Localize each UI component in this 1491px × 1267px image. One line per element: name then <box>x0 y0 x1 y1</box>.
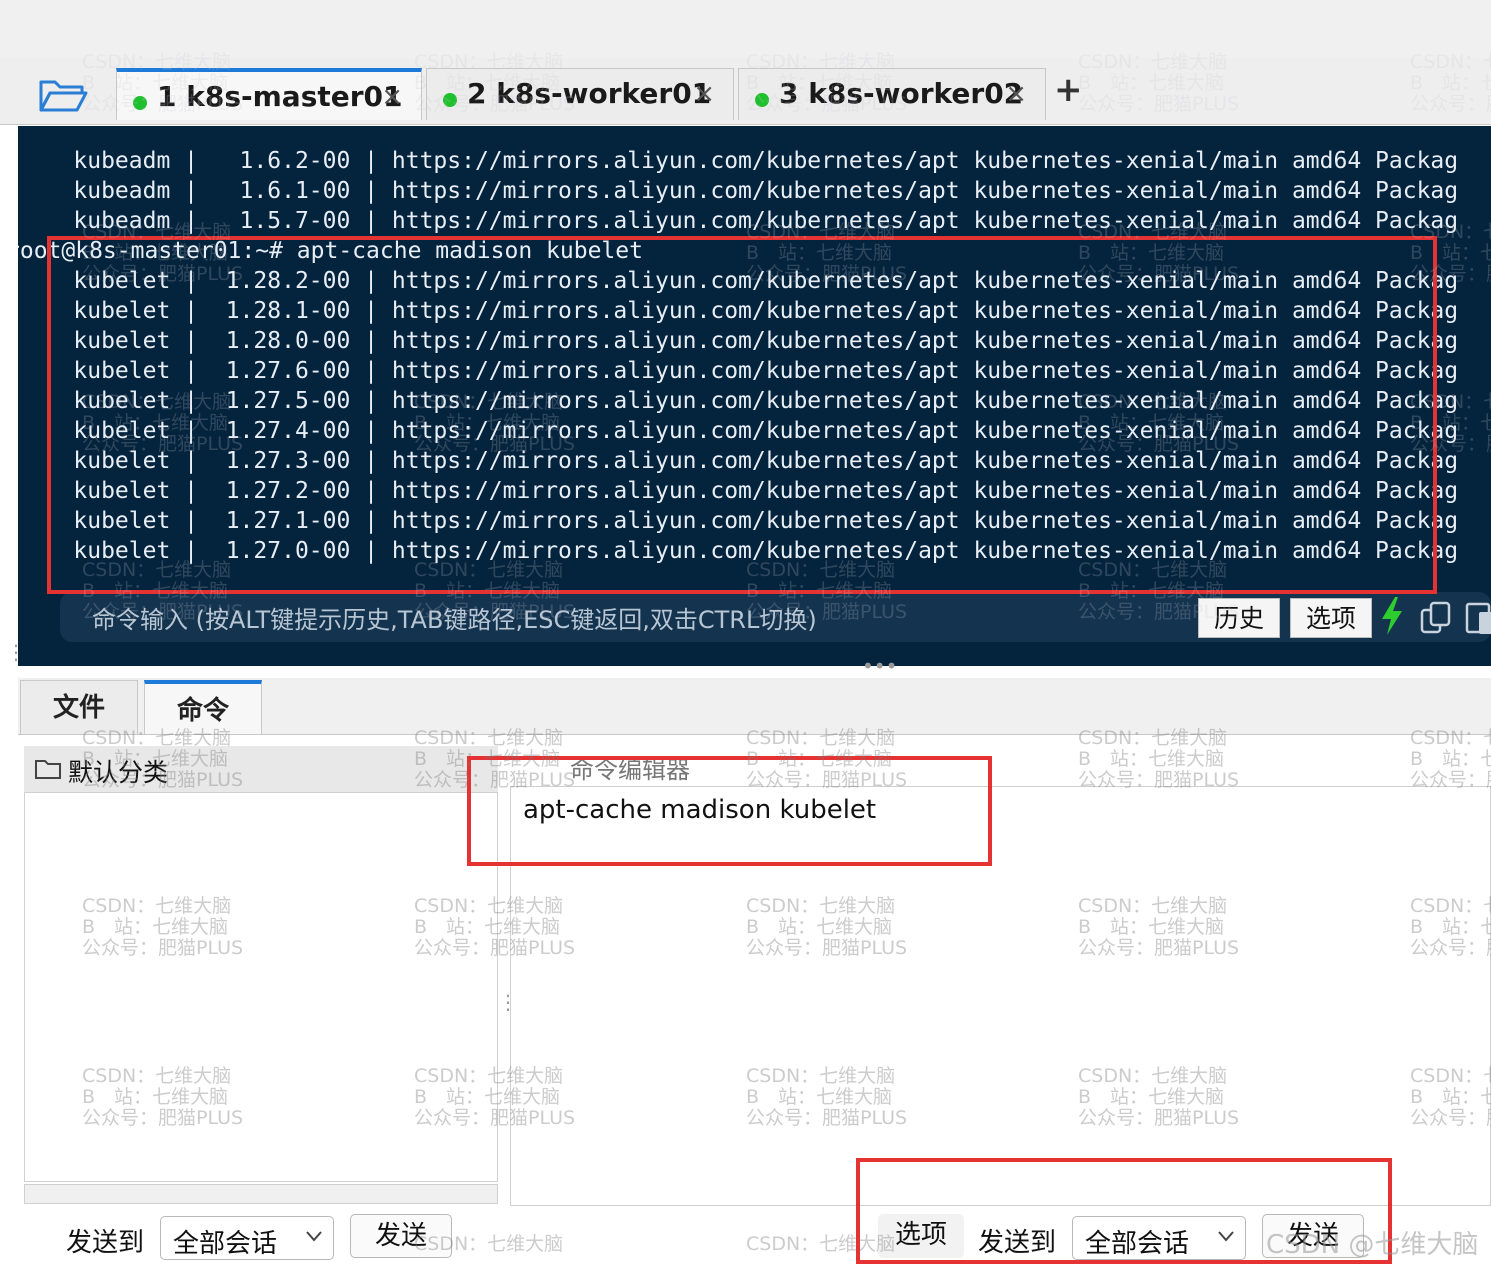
tab-label: 1 k8s-master01 <box>157 80 403 113</box>
tab-session-3[interactable]: 3 k8s-worker02 × <box>738 68 1046 120</box>
tab-label: 3 k8s-worker02 <box>779 77 1024 110</box>
send-button[interactable]: 发送 <box>350 1214 452 1258</box>
terminal-line: kubelet | 1.27.1-00 | https://mirrors.al… <box>18 508 1459 534</box>
tab-label: 2 k8s-worker01 <box>467 77 712 110</box>
tab-session-2[interactable]: 2 k8s-worker01 × <box>426 68 734 120</box>
terminal-prompt-line: root@k8s-master01:~# apt-cache madison k… <box>18 238 643 264</box>
terminal-output: kubeadm | 1.6.2-00 | https://mirrors.ali… <box>18 146 1458 566</box>
select-value: 全部会话 <box>173 1229 278 1259</box>
command-list[interactable] <box>24 792 498 1182</box>
panel-resize-grip[interactable]: ••• <box>862 654 897 678</box>
send-to-label: 发送到 <box>66 1228 145 1258</box>
watermark: CSDN：七维大脑 <box>746 1233 896 1255</box>
command-editor-text[interactable]: apt-cache madison kubelet <box>523 795 876 825</box>
tab-session-1[interactable]: 1 k8s-master01 × <box>116 68 422 120</box>
command-editor[interactable]: apt-cache madison kubelet <box>510 786 1491 1206</box>
bottom-tab-bar: 文件 命令 <box>18 678 1491 735</box>
editor-title: 命令编辑器 <box>570 756 690 784</box>
watermark: CSDN：七维大脑 B 站：七维大脑 公众号：肥猫PLUS <box>1078 727 1240 791</box>
terminal-panel[interactable]: kubeadm | 1.6.2-00 | https://mirrors.ali… <box>18 126 1491 666</box>
command-list-scrollbar[interactable] <box>24 1184 498 1204</box>
left-resize-grip[interactable]: ⋮ <box>6 640 26 664</box>
terminal-line: kubelet | 1.28.1-00 | https://mirrors.al… <box>18 298 1459 324</box>
terminal-line: kubelet | 1.27.5-00 | https://mirrors.al… <box>18 388 1459 414</box>
chevron-down-icon <box>1218 1231 1234 1242</box>
terminal-line: kubelet | 1.27.6-00 | https://mirrors.al… <box>18 358 1459 384</box>
lightning-icon[interactable] <box>1378 596 1406 636</box>
options-button[interactable]: 选项 <box>878 1214 964 1258</box>
new-tab-icon[interactable]: + <box>1054 70 1083 110</box>
title-strip <box>0 0 1491 58</box>
terminal-line: kubelet | 1.27.4-00 | https://mirrors.al… <box>18 418 1459 444</box>
close-icon[interactable]: × <box>1005 79 1027 109</box>
credit-watermark: CSDN @七维大脑 <box>1266 1230 1479 1260</box>
terminal-line: kubelet | 1.28.2-00 | https://mirrors.al… <box>18 268 1459 294</box>
history-button[interactable]: 历史 <box>1198 598 1280 638</box>
target-session-select[interactable]: 全部会话 <box>160 1216 334 1260</box>
close-icon[interactable]: × <box>381 82 403 112</box>
tab-files[interactable]: 文件 <box>20 680 138 734</box>
chevron-down-icon <box>306 1231 322 1242</box>
command-input-bar[interactable]: 命令输入 (按ALT键提示历史,TAB键路径,ESC键返回,双击CTRL切换) … <box>60 592 1491 642</box>
terminal-line: kubeadm | 1.6.1-00 | https://mirrors.ali… <box>18 178 1459 204</box>
watermark: CSDN：七维大脑 B 站：七维大脑 公众号：肥猫PLUS <box>746 727 908 791</box>
terminal-line: kubeadm | 1.5.7-00 | https://mirrors.ali… <box>18 208 1459 234</box>
status-online-icon <box>133 96 147 110</box>
select-value: 全部会话 <box>1085 1229 1190 1259</box>
status-online-icon <box>755 93 769 107</box>
send-to-label: 发送到 <box>978 1228 1057 1258</box>
category-default[interactable]: 默认分类 <box>24 746 498 792</box>
status-online-icon <box>443 93 457 107</box>
folder-open-icon[interactable] <box>38 76 88 114</box>
folder-icon <box>35 760 61 779</box>
category-label: 默认分类 <box>68 758 169 787</box>
watermark: CSDN：七维大脑 B 站：七维大脑 公众号：肥猫PLUS <box>1410 727 1491 791</box>
command-input[interactable]: 命令输入 (按ALT键提示历史,TAB键路径,ESC键返回,双击CTRL切换) <box>92 600 817 635</box>
copy-icon[interactable] <box>1418 600 1454 636</box>
tab-commands[interactable]: 命令 <box>144 680 262 734</box>
terminal-line: kubeadm | 1.6.2-00 | https://mirrors.ali… <box>18 148 1459 174</box>
terminal-line: kubelet | 1.27.3-00 | https://mirrors.al… <box>18 448 1459 474</box>
terminal-line: kubelet | 1.27.0-00 | https://mirrors.al… <box>18 538 1459 564</box>
close-icon[interactable]: × <box>693 79 715 109</box>
paste-icon[interactable] <box>1464 600 1491 636</box>
options-button[interactable]: 选项 <box>1290 598 1372 638</box>
terminal-line: kubelet | 1.27.2-00 | https://mirrors.al… <box>18 478 1459 504</box>
terminal-line: kubelet | 1.28.0-00 | https://mirrors.al… <box>18 328 1459 354</box>
target-session-select[interactable]: 全部会话 <box>1072 1216 1246 1260</box>
